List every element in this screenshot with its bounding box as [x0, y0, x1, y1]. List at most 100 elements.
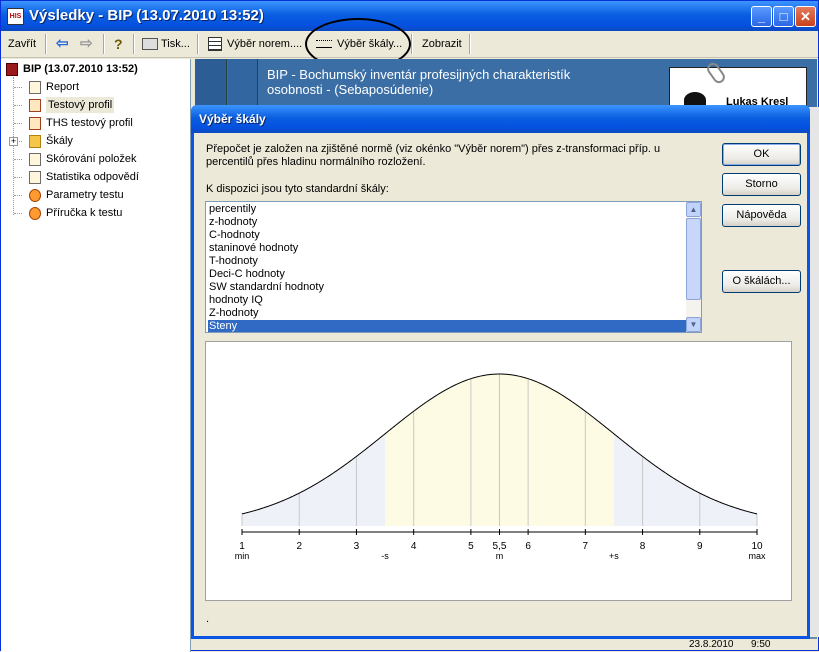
status-bar: 23.8.2010 9:50 [195, 639, 817, 651]
app-icon: HIS [7, 8, 24, 25]
minimize-button[interactable]: _ [751, 6, 772, 27]
scroll-down-icon[interactable]: ▼ [686, 317, 701, 332]
report-header: BIP - Bochumský inventár profesijných ch… [195, 59, 817, 108]
list-item[interactable]: T-hodnoty [208, 255, 686, 268]
list-item[interactable]: Z-hodnoty [208, 307, 686, 320]
x-tick-label: 2 [296, 541, 302, 552]
paperclip-icon [704, 60, 728, 86]
list-item[interactable]: C-hodnoty [208, 229, 686, 242]
list-item[interactable]: SW standardní hodnoty [208, 281, 686, 294]
x-sublabel: m [496, 551, 504, 561]
maximize-button[interactable]: □ [773, 6, 794, 27]
x-tick-label: 6 [525, 541, 531, 552]
x-sublabel: +s [609, 551, 619, 561]
tree-root[interactable]: BIP (13.07.2010 13:52) [23, 61, 138, 77]
main-window: HIS Výsledky - BIP (13.07.2010 13:52) _ … [0, 0, 819, 652]
list-item[interactable]: z-hodnoty [208, 216, 686, 229]
ok-button[interactable]: OK [722, 143, 801, 166]
x-tick-label: 7 [583, 541, 589, 552]
tree-item[interactable]: THS testový profil [46, 115, 133, 131]
tree-line [14, 177, 22, 178]
available-scales-label: K dispozici jsou tyto standardní škály: [206, 183, 389, 195]
person-card: Lukas Kresl [669, 60, 807, 108]
tree-line [14, 87, 22, 88]
tree-line [14, 105, 22, 106]
tree-item[interactable]: Příručka k testu [46, 205, 122, 221]
list-item[interactable]: Deci-C hodnoty [208, 268, 686, 281]
scales-listbox[interactable]: percentily z-hodnoty C-hodnoty staninové ho… [205, 201, 702, 333]
distribution-chart: 1 2 3 4 5 5,5 6 7 8 9 10 min -s m +s max [205, 341, 792, 601]
help-icon[interactable]: ? [111, 33, 126, 55]
dialog-description: Přepočet je založen na zjištěné normě (v… [206, 143, 661, 168]
tree-item[interactable]: Testový profil [46, 97, 115, 113]
about-scales-button[interactable]: O škálách... [722, 270, 801, 293]
tree-item[interactable]: Statistika odpovědí [46, 169, 139, 185]
title-bar[interactable]: HIS Výsledky - BIP (13.07.2010 13:52) _ … [1, 1, 818, 31]
gear-icon [29, 207, 41, 220]
navigation-tree: BIP (13.07.2010 13:52) Report Testový pro… [1, 59, 191, 652]
shaded-region [242, 433, 386, 526]
x-tick-label: 4 [411, 541, 417, 552]
help-button[interactable]: Nápověda [722, 204, 801, 227]
scale-selection-dialog: Výběr škály Přepočet je založen na zjišt… [191, 105, 810, 639]
tree-item[interactable]: Report [46, 79, 79, 95]
toolbar-separator [469, 34, 471, 54]
scales-button[interactable]: Výběr škály... [313, 33, 405, 55]
tree-item[interactable]: Skórování položek [46, 151, 137, 167]
gear-icon [29, 189, 41, 202]
status-time: 9:50 [751, 639, 771, 650]
book-icon [6, 63, 18, 76]
norms-button[interactable]: Výběr norem.... [205, 33, 305, 55]
close-window-button[interactable]: ✕ [795, 6, 816, 27]
list-item[interactable]: Steny [208, 320, 686, 332]
list-item[interactable]: percentily [208, 203, 686, 216]
x-tick-label: 8 [640, 541, 646, 552]
doc-icon [29, 81, 41, 94]
list-item[interactable]: staninové hodnoty [208, 242, 686, 255]
list-item[interactable]: hodnoty IQ [208, 294, 686, 307]
tree-line [14, 159, 22, 160]
table-icon [208, 37, 222, 52]
x-sublabel: -s [381, 551, 389, 561]
x-sublabel: max [748, 551, 766, 561]
tree-line [14, 213, 22, 214]
show-button[interactable]: Zobrazit [419, 33, 465, 55]
scroll-up-icon[interactable]: ▲ [686, 202, 701, 217]
x-tick-label: 9 [697, 541, 703, 552]
tree-item[interactable]: Parametry testu [46, 187, 124, 203]
cancel-button[interactable]: Storno [722, 173, 801, 196]
norms-label: Výběr norem.... [227, 38, 303, 50]
x-tick-label: 5 [468, 541, 474, 552]
toolbar-separator [103, 34, 105, 54]
tree-line [14, 195, 22, 196]
expand-icon[interactable]: + [9, 137, 18, 146]
toolbar: Zavřít ⇦ ⇨ ? Tisk... Výběr norem.... Výb… [1, 31, 818, 58]
toolbar-separator [133, 34, 135, 54]
folder-icon [29, 135, 41, 148]
print-button[interactable]: Tisk... [139, 33, 193, 55]
report-title: BIP - Bochumský inventár profesijných ch… [267, 67, 571, 97]
scale-icon [316, 40, 332, 49]
report-header-cell [228, 59, 258, 107]
doc-red-icon [29, 99, 41, 112]
dialog-bottom-text: . [206, 613, 210, 625]
scroll-thumb[interactable] [686, 218, 701, 300]
status-date: 23.8.2010 [689, 639, 734, 650]
listbox-scrollbar[interactable]: ▲ ▼ [686, 202, 701, 332]
toolbar-separator [411, 34, 413, 54]
tree-item[interactable]: Škály [46, 133, 73, 149]
window-title: Výsledky - BIP (13.07.2010 13:52) [29, 7, 264, 24]
doc-red-icon [29, 117, 41, 130]
dialog-title[interactable]: Výběr škály [191, 105, 810, 133]
back-arrow-icon[interactable]: ⇦ [53, 33, 72, 55]
tree-line [14, 123, 22, 124]
print-label: Tisk... [161, 38, 190, 50]
shaded-region [613, 433, 757, 526]
report-scrollbar[interactable] [809, 107, 819, 637]
report-header-cell [195, 59, 227, 107]
toolbar-separator [197, 34, 199, 54]
x-sublabel: min [235, 551, 250, 561]
x-tick-label: 3 [354, 541, 360, 552]
close-button[interactable]: Zavřít [5, 33, 39, 55]
forward-arrow-icon[interactable]: ⇨ [77, 33, 96, 55]
